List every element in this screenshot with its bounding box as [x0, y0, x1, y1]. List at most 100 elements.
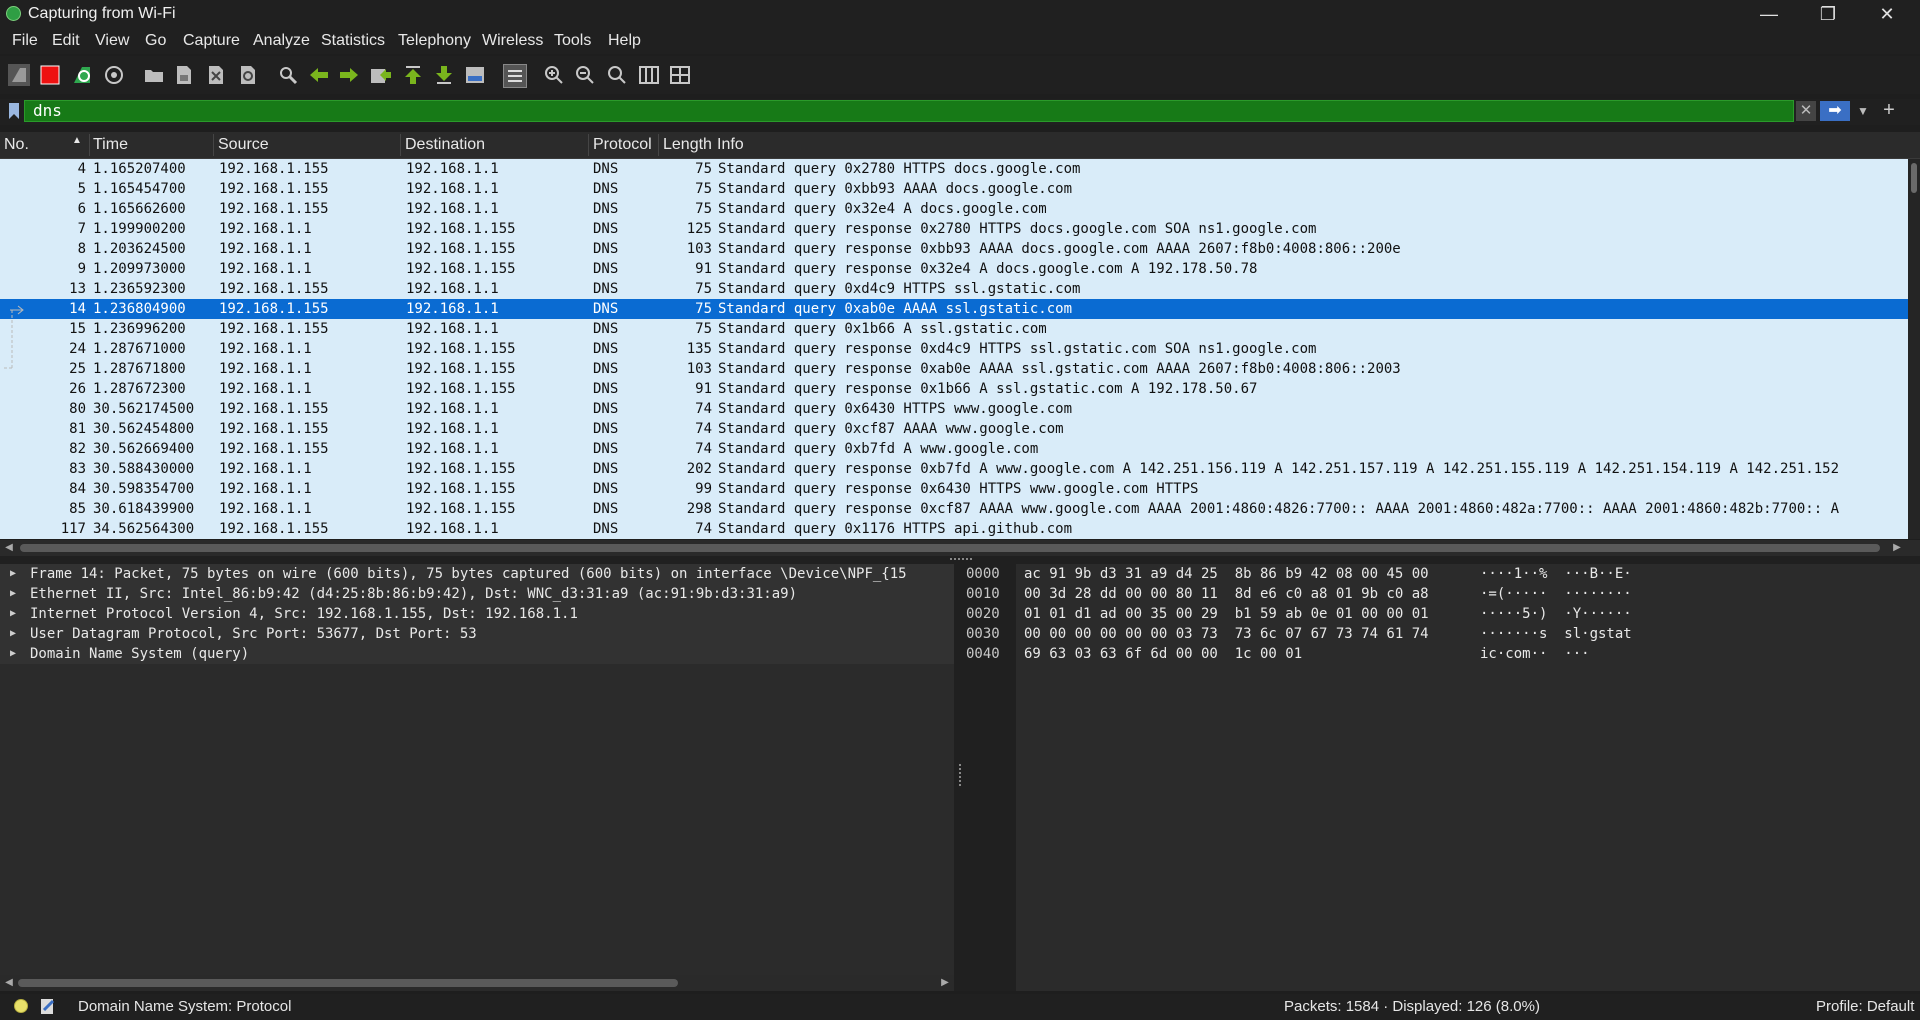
menu-help[interactable]: Help [608, 32, 641, 50]
column-destination[interactable]: Destination [405, 136, 485, 154]
expert-info-indicator-icon[interactable] [14, 999, 28, 1013]
column-separator[interactable] [588, 134, 589, 156]
table-row[interactable]: 25 1.287671800 192.168.1.1 192.168.1.155 DNS… [0, 359, 1908, 379]
capture-options-icon[interactable] [103, 64, 125, 86]
auto-scroll-icon[interactable] [464, 64, 486, 86]
display-filter-input[interactable]: dns [24, 100, 1794, 122]
close-button[interactable]: ✕ [1858, 0, 1916, 28]
menu-telephony[interactable]: Telephony [398, 32, 471, 50]
close-file-icon[interactable] [205, 64, 227, 86]
pane-splitter[interactable] [0, 556, 1920, 564]
plus-icon[interactable]: + [1878, 99, 1900, 121]
zoom-out-icon[interactable] [574, 64, 596, 86]
byte-hex[interactable]: 01 01 d1 ad 00 35 00 29 b1 59 ab 0e 01 0… [1024, 604, 1429, 624]
restore-button[interactable]: ❐ [1799, 0, 1857, 28]
open-file-icon[interactable] [143, 64, 165, 86]
column-separator[interactable] [213, 134, 214, 156]
byte-hex[interactable]: 00 00 00 00 00 00 03 73 73 6c 07 67 73 7… [1024, 624, 1429, 644]
column-separator[interactable] [400, 134, 401, 156]
scrollbar-thumb[interactable] [20, 544, 1880, 552]
column-no[interactable]: No. [4, 136, 29, 154]
tree-item-frame[interactable]: ▶ Frame 14: Packet, 75 bytes on wire (60… [0, 564, 954, 584]
start-capture-icon[interactable] [8, 64, 30, 86]
scroll-right-icon[interactable]: ▶ [938, 975, 952, 991]
table-row[interactable]: 14 1.236804900 192.168.1.155 192.168.1.1 DNS… [0, 299, 1908, 319]
save-file-icon[interactable] [173, 64, 195, 86]
table-row[interactable]: 13 1.236592300 192.168.1.155 192.168.1.1 DNS… [0, 279, 1908, 299]
table-row[interactable]: 15 1.236996200 192.168.1.155 192.168.1.1 DNS… [0, 319, 1908, 339]
bookmark-icon[interactable] [8, 102, 20, 120]
table-row[interactable]: 26 1.287672300 192.168.1.1 192.168.1.155 DNS… [0, 379, 1908, 399]
minimize-button[interactable]: — [1740, 0, 1798, 28]
byte-ascii[interactable]: ·····5·) ·Y······ [1480, 604, 1632, 624]
expand-arrow-icon[interactable]: ▶ [10, 584, 16, 604]
table-row[interactable]: 81 30.562454800 192.168.1.155 192.168.1.1 DN… [0, 419, 1908, 439]
tree-item-udp[interactable]: ▶ User Datagram Protocol, Src Port: 5367… [0, 624, 954, 644]
menu-wireless[interactable]: Wireless [482, 32, 543, 50]
table-row[interactable]: 85 30.618439900 192.168.1.1 192.168.1.155 DN… [0, 499, 1908, 519]
tree-item-ipv4[interactable]: ▶ Internet Protocol Version 4, Src: 192.… [0, 604, 954, 624]
arrow-right-icon[interactable]: ➡ [1820, 101, 1850, 121]
table-row[interactable]: 117 34.562564300 192.168.1.155 192.168.1.1 D… [0, 519, 1908, 539]
byte-hex[interactable]: ac 91 9b d3 31 a9 d4 25 8b 86 b9 42 08 0… [1024, 564, 1429, 584]
column-length[interactable]: Length [663, 136, 712, 154]
go-to-packet-icon[interactable] [370, 64, 392, 86]
byte-ascii[interactable]: ····1··% ···B··E· [1480, 564, 1632, 584]
table-row[interactable]: 7 1.199900200 192.168.1.1 192.168.1.155 DNS 1… [0, 219, 1908, 239]
menu-analyze[interactable]: Analyze [253, 32, 310, 50]
restart-capture-icon[interactable] [71, 64, 93, 86]
byte-hex[interactable]: 00 3d 28 dd 00 00 80 11 8d e6 c0 a8 01 9… [1024, 584, 1429, 604]
clear-filter-icon[interactable]: ✕ [1796, 101, 1816, 121]
capture-comment-icon[interactable] [40, 997, 56, 1015]
menu-go[interactable]: Go [145, 32, 166, 50]
byte-ascii[interactable]: ·······s sl·gstat [1480, 624, 1632, 644]
expand-arrow-icon[interactable]: ▶ [10, 624, 16, 644]
status-profile[interactable]: Profile: Default [1816, 998, 1914, 1015]
table-row[interactable]: 84 30.598354700 192.168.1.1 192.168.1.155 DN… [0, 479, 1908, 499]
column-time[interactable]: Time [93, 136, 128, 154]
menu-tools[interactable]: Tools [554, 32, 591, 50]
first-packet-icon[interactable] [402, 64, 424, 86]
layout-icon[interactable] [669, 64, 691, 86]
reload-file-icon[interactable] [237, 64, 259, 86]
table-row[interactable]: 80 30.562174500 192.168.1.155 192.168.1.1 DN… [0, 399, 1908, 419]
go-forward-icon[interactable] [338, 64, 360, 86]
details-horizontal-scrollbar[interactable]: ◀ ▶ [0, 975, 954, 991]
menu-statistics[interactable]: Statistics [321, 32, 385, 50]
scrollbar-thumb[interactable] [18, 979, 678, 987]
normal-size-icon[interactable] [606, 64, 628, 86]
tree-item-ethernet[interactable]: ▶ Ethernet II, Src: Intel_86:b9:42 (d4:2… [0, 584, 954, 604]
scroll-left-icon[interactable]: ◀ [2, 540, 16, 556]
scroll-left-icon[interactable]: ◀ [2, 975, 16, 991]
menu-edit[interactable]: Edit [52, 32, 80, 50]
go-back-icon[interactable] [308, 64, 330, 86]
menu-file[interactable]: File [12, 32, 38, 50]
table-row[interactable]: 83 30.588430000 192.168.1.1 192.168.1.155 DN… [0, 459, 1908, 479]
column-protocol[interactable]: Protocol [593, 136, 652, 154]
scroll-right-icon[interactable]: ▶ [1890, 540, 1904, 556]
packet-list-vertical-scrollbar[interactable] [1908, 159, 1920, 539]
scrollbar-thumb[interactable] [1911, 163, 1917, 193]
table-row[interactable]: 9 1.209973000 192.168.1.1 192.168.1.155 DNS 9… [0, 259, 1908, 279]
colorize-icon[interactable] [503, 64, 527, 88]
resize-columns-icon[interactable] [638, 64, 660, 86]
tree-item-dns[interactable]: ▶ Domain Name System (query) [0, 644, 954, 664]
table-row[interactable]: 4 1.165207400 192.168.1.155 192.168.1.1 DNS 7… [0, 159, 1908, 179]
chevron-down-icon[interactable]: ▼ [1854, 101, 1872, 121]
last-packet-icon[interactable] [433, 64, 455, 86]
menu-capture[interactable]: Capture [183, 32, 240, 50]
stop-capture-icon[interactable] [39, 64, 61, 86]
zoom-in-icon[interactable] [543, 64, 565, 86]
byte-ascii[interactable]: ·=(····· ········ [1480, 584, 1632, 604]
expand-arrow-icon[interactable]: ▶ [10, 644, 16, 664]
table-row[interactable]: 6 1.165662600 192.168.1.155 192.168.1.1 DNS 7… [0, 199, 1908, 219]
byte-hex[interactable]: 69 63 03 63 6f 6d 00 00 1c 00 01 [1024, 644, 1302, 664]
packet-list-horizontal-scrollbar[interactable]: ◀ ▶ [0, 540, 1920, 556]
table-row[interactable]: 24 1.287671000 192.168.1.1 192.168.1.155 DNS… [0, 339, 1908, 359]
expand-arrow-icon[interactable]: ▶ [10, 564, 16, 584]
table-row[interactable]: 8 1.203624500 192.168.1.1 192.168.1.155 DNS 1… [0, 239, 1908, 259]
find-packet-icon[interactable] [277, 64, 299, 86]
table-row[interactable]: 82 30.562669400 192.168.1.155 192.168.1.1 DN… [0, 439, 1908, 459]
table-row[interactable]: 5 1.165454700 192.168.1.155 192.168.1.1 DNS 7… [0, 179, 1908, 199]
column-info[interactable]: Info [717, 136, 744, 154]
